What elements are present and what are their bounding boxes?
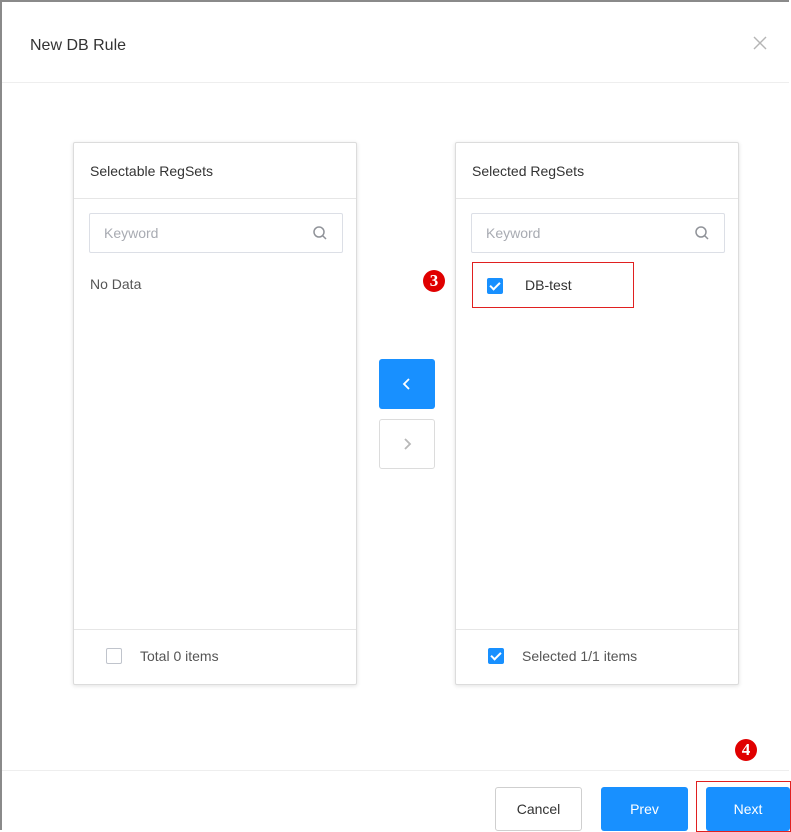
dialog-header: New DB Rule xyxy=(2,2,789,83)
panel-footer: Selected 1/1 items xyxy=(456,629,738,684)
panel-header: Selected RegSets xyxy=(456,143,738,199)
source-search-input[interactable] xyxy=(90,214,304,252)
select-all-checkbox[interactable] xyxy=(106,648,122,664)
target-search-box xyxy=(471,213,725,253)
new-db-rule-dialog: New DB Rule Selectable RegSets No Data T… xyxy=(0,0,791,832)
move-right-button[interactable] xyxy=(379,419,435,469)
selected-regsets-panel: Selected RegSets DB-test Selected 1/1 it… xyxy=(455,142,739,685)
search-icon[interactable] xyxy=(694,225,710,241)
item-checkbox[interactable] xyxy=(487,278,503,294)
dialog-title: New DB Rule xyxy=(30,37,127,54)
item-label: DB-test xyxy=(525,277,572,293)
footer-divider xyxy=(2,770,789,771)
chevron-left-icon xyxy=(402,378,410,390)
search-icon[interactable] xyxy=(312,225,328,241)
close-icon[interactable] xyxy=(751,34,769,52)
total-items-text: Total 0 items xyxy=(140,648,219,664)
selected-items-text: Selected 1/1 items xyxy=(522,648,638,664)
cancel-button[interactable]: Cancel xyxy=(495,787,582,831)
selectable-regsets-panel: Selectable RegSets No Data Total 0 items xyxy=(73,142,357,685)
empty-text: No Data xyxy=(90,276,142,292)
panel-header: Selectable RegSets xyxy=(74,143,356,199)
source-search-box xyxy=(89,213,343,253)
chevron-right-icon xyxy=(404,438,412,450)
step-3-marker: 3 xyxy=(423,270,445,292)
step-4-marker: 4 xyxy=(735,739,757,761)
list-item[interactable]: DB-test xyxy=(472,262,634,308)
select-all-checkbox[interactable] xyxy=(488,648,504,664)
target-search-input[interactable] xyxy=(472,214,686,252)
next-highlight-box xyxy=(696,781,791,832)
prev-button[interactable]: Prev xyxy=(601,787,688,831)
panel-footer: Total 0 items xyxy=(74,629,356,684)
move-left-button[interactable] xyxy=(379,359,435,409)
